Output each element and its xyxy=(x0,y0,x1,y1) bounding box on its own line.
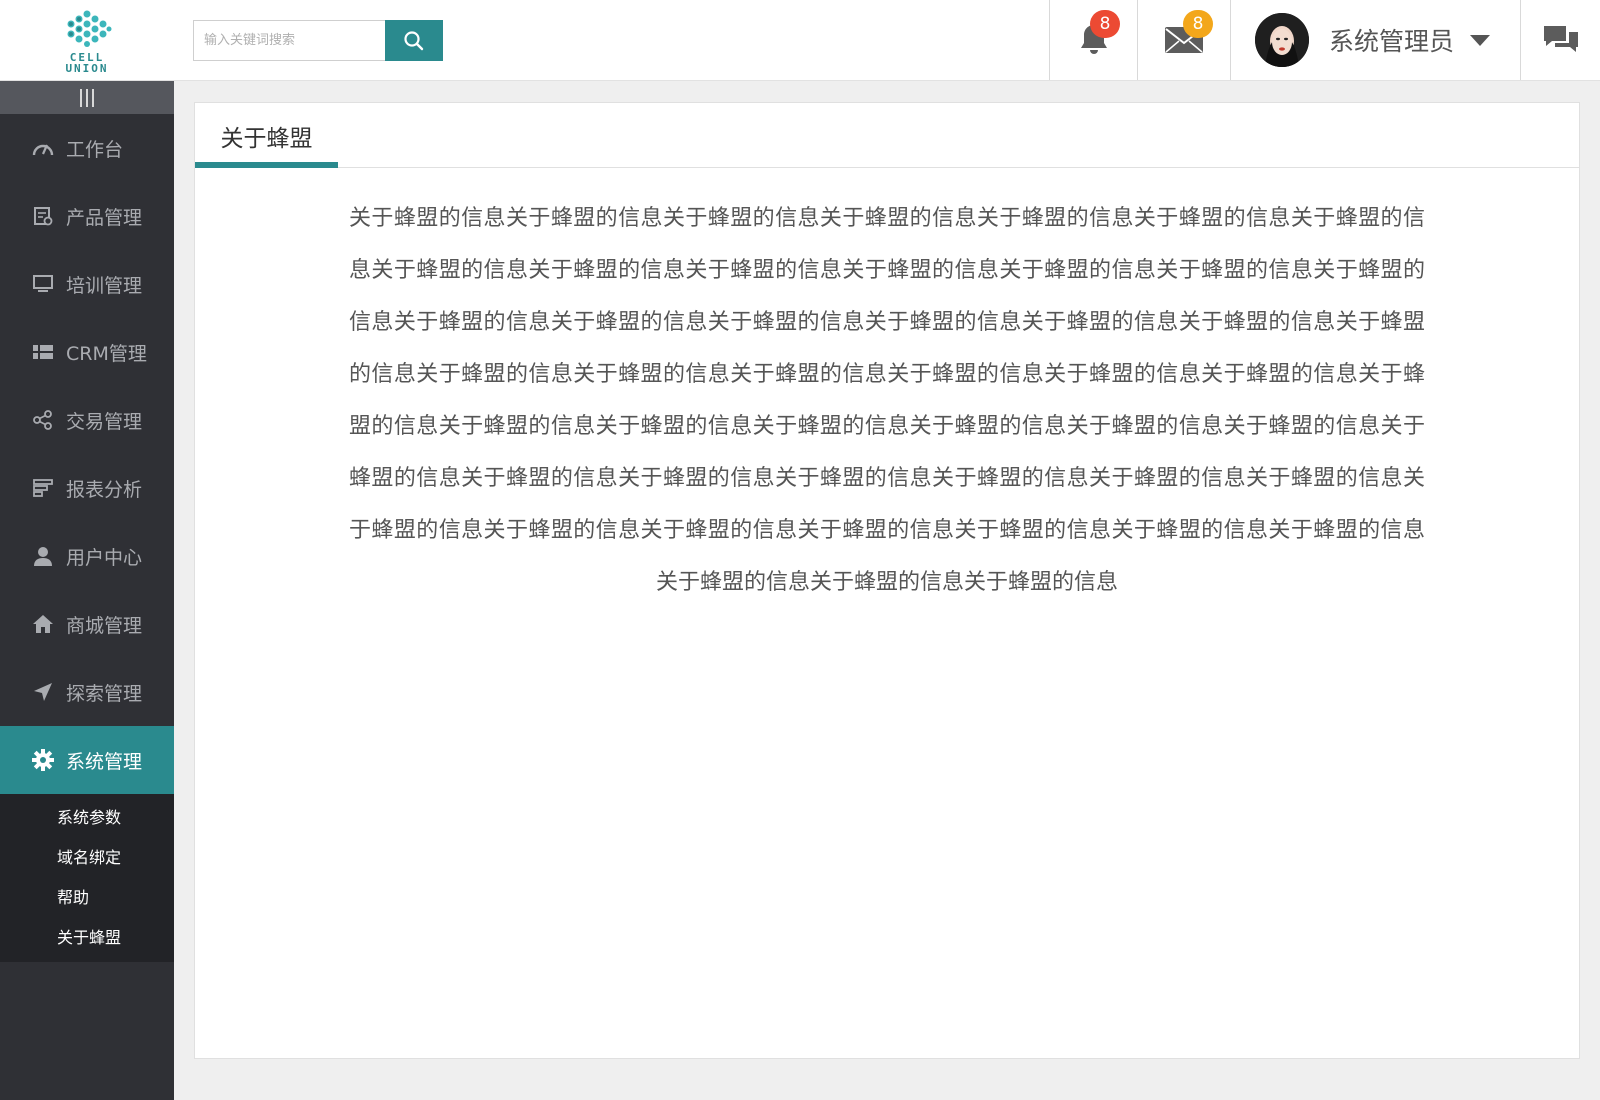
logo-line-1: CELL xyxy=(69,50,105,64)
chat-button[interactable] xyxy=(1520,0,1600,80)
message-count-badge: 8 xyxy=(1183,10,1213,38)
chat-icon xyxy=(1543,26,1578,52)
search-input[interactable] xyxy=(193,20,385,61)
tab-about[interactable]: 关于蜂盟 xyxy=(195,103,338,168)
sidebar-item-system[interactable]: 系统管理 xyxy=(0,726,174,794)
sidebar: 工作台 产品管理 培训管理 CRM管理 交易管理 报表分析 用户中心 商城管理 … xyxy=(0,81,174,1100)
sidebar-item-label: 用户中心 xyxy=(66,546,143,569)
sidebar-item-trading[interactable]: 交易管理 xyxy=(0,386,174,454)
content-panel: 关于蜂盟 关于蜂盟的信息关于蜂盟的信息关于蜂盟的信息关于蜂盟的信息关于蜂盟的信息… xyxy=(194,102,1580,1059)
user-name: 系统管理员 xyxy=(1329,27,1455,56)
sidebar-item-dashboard[interactable]: 工作台 xyxy=(0,114,174,182)
avatar-photo xyxy=(1255,13,1309,67)
sidebar-item-label: 探索管理 xyxy=(66,682,143,705)
sidebar-collapse-toggle[interactable] xyxy=(0,81,174,114)
submenu-item-help[interactable]: 帮助 xyxy=(0,878,174,918)
sidebar-item-label: 报表分析 xyxy=(66,478,143,501)
system-submenu: 系统参数 域名绑定 帮助 关于蜂盟 xyxy=(0,794,174,962)
sidebar-item-products[interactable]: 产品管理 xyxy=(0,182,174,250)
logo-mark-icon xyxy=(67,10,112,47)
search-button[interactable] xyxy=(385,20,443,61)
logo-text: CELL UNION xyxy=(65,52,108,74)
home-icon xyxy=(32,613,54,635)
report-icon xyxy=(32,477,54,499)
avatar xyxy=(1255,13,1309,67)
sidebar-item-users[interactable]: 用户中心 xyxy=(0,522,174,590)
dashboard-icon xyxy=(32,137,54,159)
gear-icon xyxy=(32,749,54,771)
sidebar-item-label: 交易管理 xyxy=(66,410,143,433)
sidebar-item-label: 培训管理 xyxy=(66,274,143,297)
user-menu[interactable]: 系统管理员 xyxy=(1230,0,1520,80)
search-bar xyxy=(193,20,443,61)
submenu-item-domain-binding[interactable]: 域名绑定 xyxy=(0,838,174,878)
submenu-item-system-params[interactable]: 系统参数 xyxy=(0,798,174,838)
notification-count-badge: 8 xyxy=(1090,10,1120,38)
sidebar-item-label: 商城管理 xyxy=(66,614,143,637)
sidebar-item-training[interactable]: 培训管理 xyxy=(0,250,174,318)
top-header: CELL UNION 8 8 xyxy=(0,0,1600,81)
notifications-button[interactable]: 8 xyxy=(1049,0,1137,80)
submenu-item-about[interactable]: 关于蜂盟 xyxy=(0,918,174,958)
sidebar-item-reports[interactable]: 报表分析 xyxy=(0,454,174,522)
send-icon xyxy=(32,681,54,703)
user-icon xyxy=(32,545,54,567)
sidebar-item-explore[interactable]: 探索管理 xyxy=(0,658,174,726)
messages-button[interactable]: 8 xyxy=(1137,0,1230,80)
caret-down-icon xyxy=(1470,34,1491,46)
monitor-icon xyxy=(32,273,54,295)
share-icon xyxy=(32,409,54,431)
product-icon xyxy=(32,205,54,227)
logo-line-2: UNION xyxy=(65,61,109,75)
about-text: 关于蜂盟的信息关于蜂盟的信息关于蜂盟的信息关于蜂盟的信息关于蜂盟的信息关于蜂盟的… xyxy=(349,206,1425,595)
collapse-bars-icon xyxy=(80,88,94,107)
search-icon xyxy=(404,30,424,50)
grid-icon xyxy=(32,341,54,363)
sidebar-item-mall[interactable]: 商城管理 xyxy=(0,590,174,658)
tab-bar: 关于蜂盟 xyxy=(195,103,1579,168)
sidebar-item-label: 系统管理 xyxy=(66,750,143,773)
sidebar-item-label: 产品管理 xyxy=(66,206,143,229)
sidebar-item-label: CRM管理 xyxy=(66,342,147,365)
logo[interactable]: CELL UNION xyxy=(0,0,174,81)
sidebar-item-label: 工作台 xyxy=(66,138,124,161)
sidebar-item-crm[interactable]: CRM管理 xyxy=(0,318,174,386)
